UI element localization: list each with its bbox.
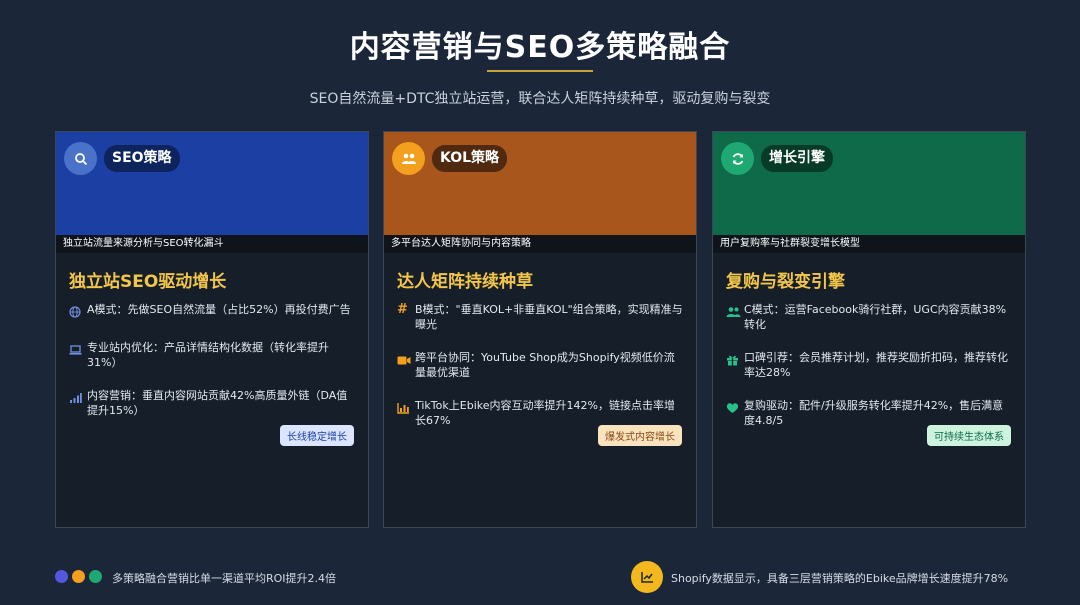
users-icon <box>392 142 425 175</box>
card-title: 复购与裂变引擎 <box>726 272 845 292</box>
hashtag-icon: # <box>397 302 408 317</box>
item-text: 专业站内优化：产品详情结构化数据（转化率提升31%） <box>87 341 329 369</box>
card-title: 独立站SEO驱动增长 <box>69 272 227 292</box>
card-strip: 用户复购率与社群裂变增长模型 <box>713 235 1025 253</box>
list-item: # B模式："垂直KOL+非垂直KOL"组合策略，实现精准与曝光 <box>397 302 683 332</box>
card-tag: 增长引擎 <box>761 145 833 172</box>
title-underline <box>487 70 593 72</box>
search-icon <box>64 142 97 175</box>
footer-right-text: Shopify数据显示，具备三层营销策略的Ebike品牌增长速度提升78% <box>671 572 1009 585</box>
card-growth: 增长引擎 用户复购率与社群裂变增长模型 复购与裂变引擎 C模式：运营Facebo… <box>712 131 1026 528</box>
card-kol: KOL策略 多平台达人矩阵协同与内容策略 达人矩阵持续种草 # B模式："垂直K… <box>383 131 697 528</box>
item-text: 内容营销：垂直内容网站贡献42%高质量外链（DA值提升15%） <box>87 389 348 417</box>
footer-dots <box>55 570 102 583</box>
bar-chart-icon <box>397 399 415 418</box>
page-title: 内容营销与SEO多策略融合 <box>349 30 731 65</box>
list-item: 跨平台协同：YouTube Shop成为Shopify视频低价流量最优渠道 <box>397 350 683 380</box>
card-title: 达人矩阵持续种草 <box>397 272 533 292</box>
list-item: TikTok上Ebike内容互动率提升142%，链接点击率增长67% <box>397 398 683 428</box>
page-subtitle: SEO自然流量+DTC独立站运营，联合达人矩阵持续种草，驱动复购与裂变 <box>309 91 771 107</box>
card-seo: SEO策略 独立站流量来源分析与SEO转化漏斗 独立站SEO驱动增长 A模式：先… <box>55 131 369 528</box>
item-text: 复购驱动：配件/升级服务转化率提升42%，售后满意度4.8/5 <box>744 399 1004 427</box>
card-strip: 多平台达人矩阵协同与内容策略 <box>384 235 696 253</box>
card-strip: 独立站流量来源分析与SEO转化漏斗 <box>56 235 368 253</box>
dot-blue <box>55 570 68 583</box>
status-badge: 爆发式内容增长 <box>598 425 682 446</box>
list-item: C模式：运营Facebook骑行社群，UGC内容贡献38%转化 <box>726 302 1012 332</box>
list-item: 复购驱动：配件/升级服务转化率提升42%，售后满意度4.8/5 <box>726 398 1012 428</box>
card-tag: SEO策略 <box>104 145 180 172</box>
item-text: TikTok上Ebike内容互动率提升142%，链接点击率增长67% <box>415 399 675 427</box>
card-header: 增长引擎 <box>713 132 1025 235</box>
card-tag: KOL策略 <box>432 145 508 172</box>
dot-green <box>89 570 102 583</box>
signal-bars-icon <box>69 389 87 408</box>
heart-icon <box>726 399 744 418</box>
list-item: 内容营销：垂直内容网站贡献42%高质量外链（DA值提升15%） <box>69 388 355 418</box>
status-badge: 可持续生态体系 <box>927 425 1011 446</box>
item-text: A模式：先做SEO自然流量（占比52%）再投付费广告 <box>87 303 351 316</box>
item-text: C模式：运营Facebook骑行社群，UGC内容贡献38%转化 <box>744 303 1007 331</box>
users-icon <box>726 303 744 322</box>
globe-icon <box>69 303 87 322</box>
item-text: 口碑引荐：会员推荐计划，推荐奖励折扣码，推荐转化率达28% <box>744 351 1008 379</box>
video-icon <box>397 351 415 370</box>
list-item: 专业站内优化：产品详情结构化数据（转化率提升31%） <box>69 340 355 370</box>
dot-orange <box>72 570 85 583</box>
footer-left-text: 多策略融合营销比单一渠道平均ROI提升2.4倍 <box>112 572 337 585</box>
refresh-icon <box>721 142 754 175</box>
status-badge: 长线稳定增长 <box>280 425 354 446</box>
list-item: A模式：先做SEO自然流量（占比52%）再投付费广告 <box>69 302 355 322</box>
item-text: 跨平台协同：YouTube Shop成为Shopify视频低价流量最优渠道 <box>415 351 675 379</box>
gift-icon <box>726 351 744 370</box>
chart-line-icon <box>631 561 663 593</box>
card-header: SEO策略 <box>56 132 368 235</box>
item-text: B模式："垂直KOL+非垂直KOL"组合策略，实现精准与曝光 <box>415 303 683 331</box>
list-item: 口碑引荐：会员推荐计划，推荐奖励折扣码，推荐转化率达28% <box>726 350 1012 380</box>
laptop-icon <box>69 341 87 360</box>
card-header: KOL策略 <box>384 132 696 235</box>
